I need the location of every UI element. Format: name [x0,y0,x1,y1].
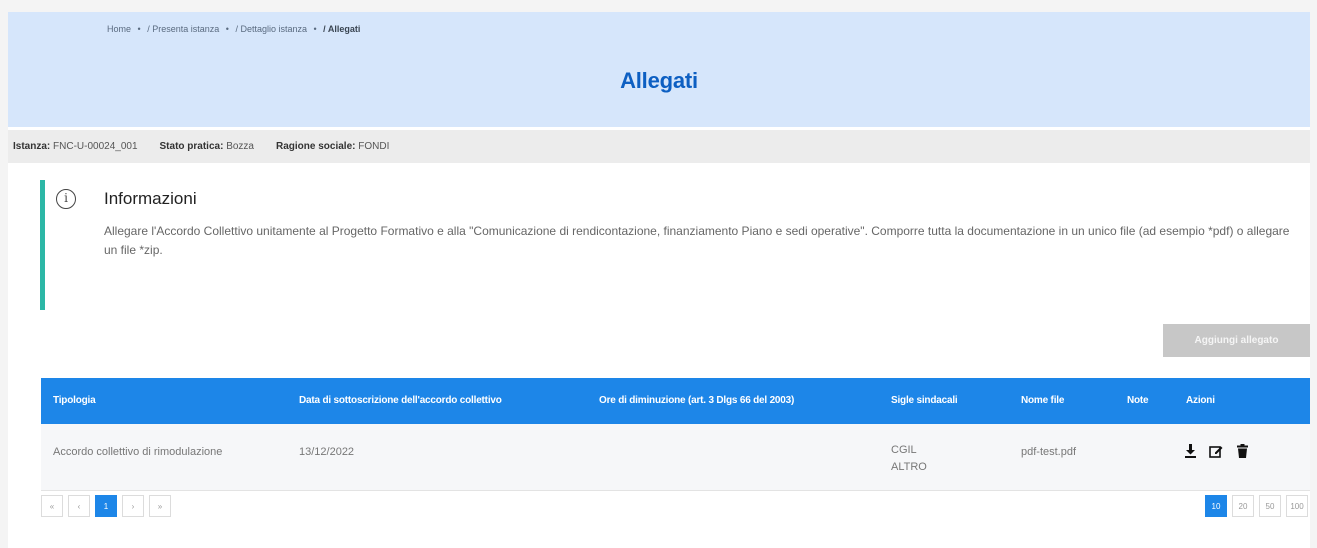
breadcrumb-separator: • [225,24,229,34]
cell-data-sottoscrizione: 13/12/2022 [299,446,355,458]
sigla-item: ALTRO [891,461,927,473]
download-icon[interactable] [1182,443,1198,459]
header-note[interactable]: Note [1127,378,1149,424]
header-tipologia[interactable]: Tipologia [53,378,96,424]
header-ore-diminuzione[interactable]: Ore di diminuzione (art. 3 Dlgs 66 del 2… [599,378,794,424]
callout-text: Allegare l'Accordo Collettivo unitamente… [104,224,1290,257]
page-size-50[interactable]: 50 [1259,495,1281,517]
first-page-button[interactable]: « [41,495,63,517]
page-size-20[interactable]: 20 [1232,495,1254,517]
breadcrumb-home[interactable]: Home [107,24,131,34]
page-size-10[interactable]: 10 [1205,495,1227,517]
trash-icon[interactable] [1234,443,1250,459]
next-page-button[interactable]: › [122,495,144,517]
istanza-label: Istanza: [13,141,51,152]
breadcrumb-presenta-istanza[interactable]: / Presenta istanza [147,24,219,34]
row-actions [1182,443,1250,459]
ragione-sociale-value: FONDI [358,141,390,152]
breadcrumb: Home • / Presenta istanza • / Dettaglio … [107,24,364,34]
page-1-button[interactable]: 1 [95,495,117,517]
page-header: Home • / Presenta istanza • / Dettaglio … [8,12,1310,127]
cell-nome-file: pdf-test.pdf [1021,446,1077,458]
stato-pratica-label: Stato pratica: [159,141,224,152]
page-title: Allegati [620,68,698,93]
cell-sigle-sindacali: CGIL ALTRO [891,442,927,476]
ragione-sociale-label: Ragione sociale: [276,141,356,152]
cell-tipologia: Accordo collettivo di rimodulazione [53,446,223,458]
stato-pratica-value: Bozza [226,141,254,152]
ragione-sociale-info: Ragione sociale: FONDI [276,141,389,152]
header-azioni: Azioni [1186,395,1215,406]
add-attachment-button[interactable]: Aggiungi allegato [1163,324,1310,357]
page: Home • / Presenta istanza • / Dettaglio … [8,12,1310,548]
previous-page-button[interactable]: ‹ [68,495,90,517]
last-page-button[interactable]: » [149,495,171,517]
header-sigle-sindacali[interactable]: Sigle sindacali [891,378,958,424]
breadcrumb-separator: • [137,24,141,34]
edit-icon[interactable] [1208,443,1224,459]
callout-accent-bar [40,180,45,310]
istanza-info-bar: Istanza: FNC-U-00024_001 Stato pratica: … [8,130,1310,163]
stato-pratica-info: Stato pratica: Bozza [160,141,254,152]
istanza-value: FNC-U-00024_001 [53,141,138,152]
attachments-table: Tipologia Data di sottoscrizione dell'ac… [41,378,1310,491]
pagination: « ‹ 1 › » [41,495,171,517]
info-callout: i Informazioni Allegare l'Accordo Collet… [40,180,1300,320]
info-icon: i [56,189,76,209]
breadcrumb-allegati: / Allegati [323,24,361,34]
breadcrumb-dettaglio-istanza[interactable]: / Dettaglio istanza [235,24,307,34]
breadcrumb-separator: • [313,24,317,34]
table-header: Tipologia Data di sottoscrizione dell'ac… [41,378,1310,424]
header-nome-file[interactable]: Nome file [1021,378,1064,424]
table-row: Accordo collettivo di rimodulazione 13/1… [41,424,1310,491]
istanza-info: Istanza: FNC-U-00024_001 [13,141,138,152]
callout-title: Informazioni [104,189,197,208]
header-data-sottoscrizione[interactable]: Data di sottoscrizione dell'accordo coll… [299,378,502,424]
sigla-item: CGIL [891,444,917,456]
page-size-selector: 10 20 50 100 [1205,495,1308,517]
page-size-100[interactable]: 100 [1286,495,1308,517]
